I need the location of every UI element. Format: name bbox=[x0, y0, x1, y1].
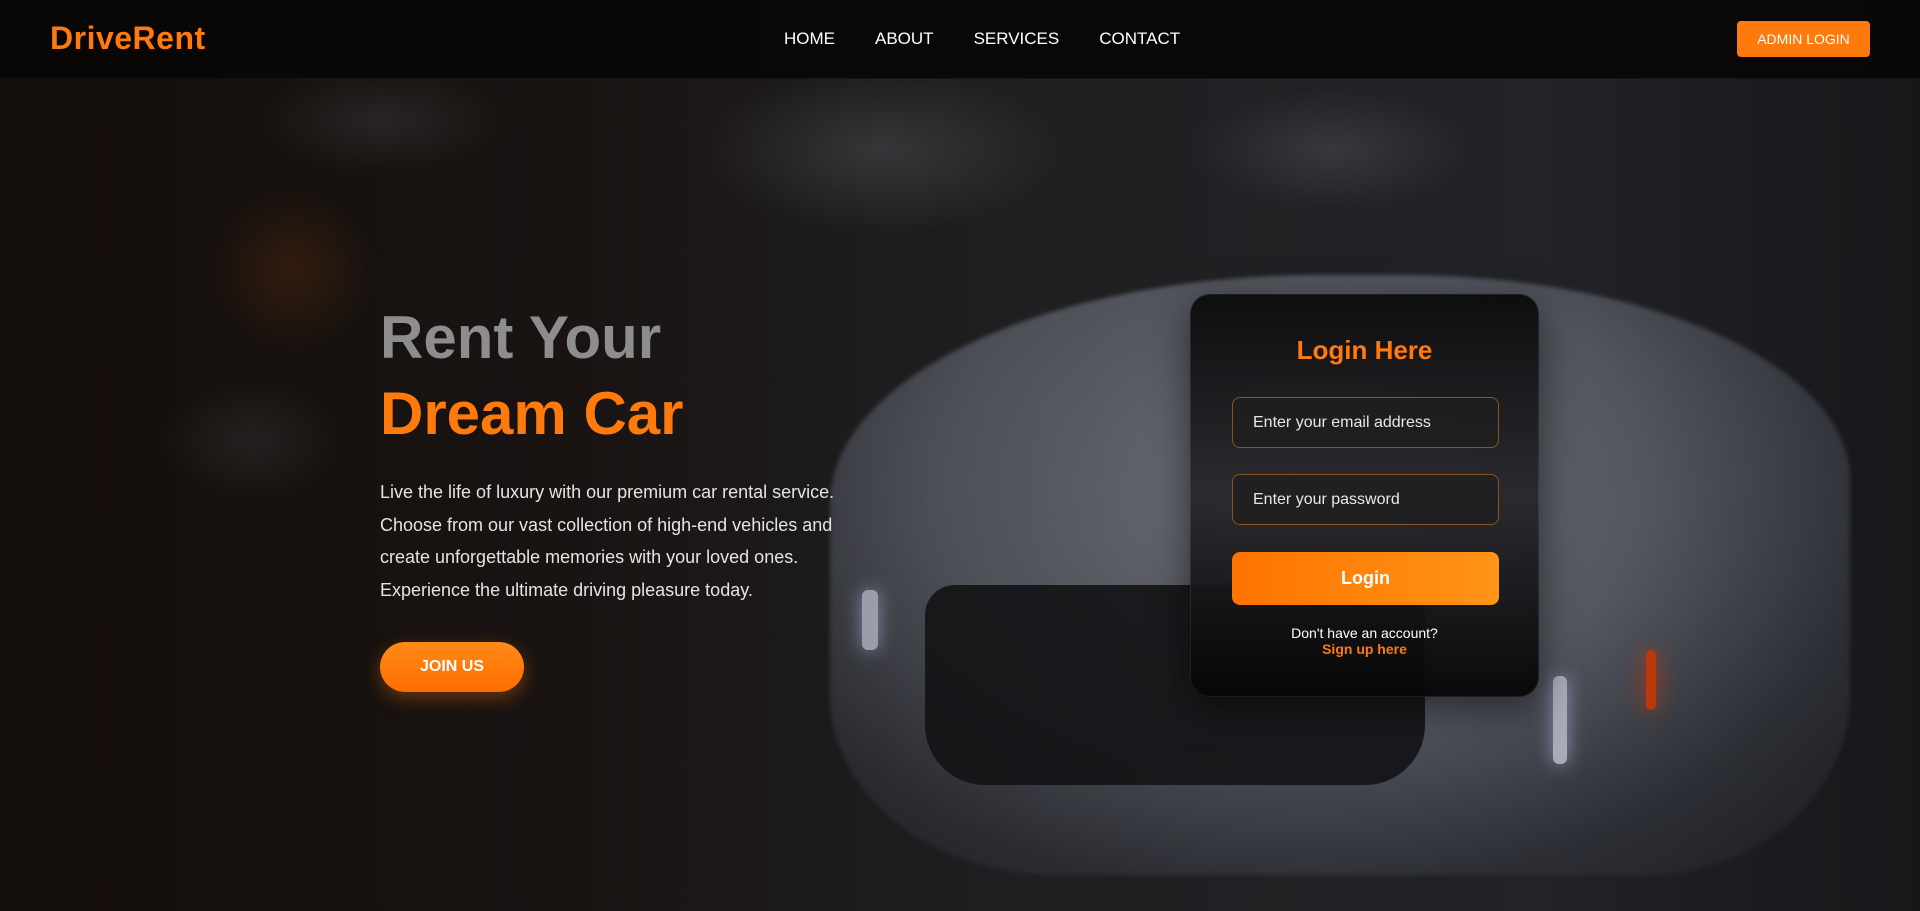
hero-title: Rent Your Dream Car bbox=[380, 300, 684, 452]
brand-logo[interactable]: DriveRent bbox=[50, 20, 206, 57]
hero-title-line1: Rent Your bbox=[380, 304, 662, 371]
nav-links: HOME ABOUT SERVICES CONTACT bbox=[784, 29, 1180, 49]
login-card: Login Here Login Don't have an account? … bbox=[1190, 294, 1539, 697]
nav-home[interactable]: HOME bbox=[784, 29, 835, 49]
nav-about[interactable]: ABOUT bbox=[875, 29, 934, 49]
nav-services[interactable]: SERVICES bbox=[974, 29, 1060, 49]
email-input[interactable] bbox=[1232, 397, 1499, 448]
hero-description: Live the life of luxury with our premium… bbox=[380, 482, 835, 600]
signup-prompt: Don't have an account? bbox=[1291, 625, 1438, 641]
background-overlay bbox=[0, 0, 1920, 911]
password-input[interactable] bbox=[1232, 474, 1499, 525]
nav-contact[interactable]: CONTACT bbox=[1099, 29, 1180, 49]
admin-login-button[interactable]: ADMIN LOGIN bbox=[1737, 21, 1870, 57]
signup-link[interactable]: Sign up here bbox=[1191, 641, 1538, 657]
join-us-button[interactable]: JOIN US bbox=[380, 642, 524, 692]
login-button[interactable]: Login bbox=[1232, 552, 1499, 605]
login-title: Login Here bbox=[1296, 335, 1433, 365]
hero-background bbox=[0, 0, 1920, 911]
navbar: DriveRent HOME ABOUT SERVICES CONTACT AD… bbox=[0, 0, 1920, 79]
hero-title-line2: Dream Car bbox=[380, 380, 684, 447]
